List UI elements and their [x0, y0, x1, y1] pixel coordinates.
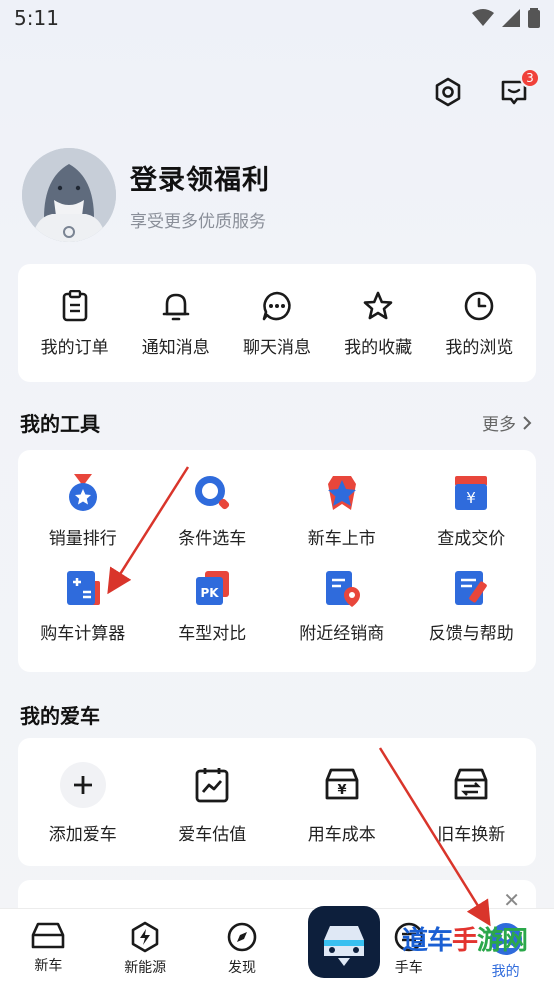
login-subtitle: 享受更多优质服务 — [130, 212, 266, 232]
compass-icon — [227, 922, 257, 952]
tool-sales-ranking[interactable]: 销量排行 — [18, 472, 148, 549]
watermark-part2: 手 — [452, 926, 478, 956]
battery-icon — [528, 8, 540, 28]
car-logo-icon — [324, 926, 364, 966]
tool-label: 附近经销商 — [299, 624, 385, 644]
center-app-button[interactable] — [308, 906, 380, 978]
my-car-section-title: 我的爱车 — [20, 704, 100, 728]
chevron-right-icon — [523, 415, 532, 430]
message-badge: 3 — [520, 68, 540, 88]
search-icon — [195, 476, 230, 510]
my-car-card: 添加爱车 爱车估值 ¥ 用车成本 旧车换新 — [18, 738, 536, 866]
car-item-label: 爱车估值 — [178, 825, 247, 845]
top-actions: 3 — [432, 68, 540, 108]
tab-discover[interactable]: 发现 — [194, 909, 291, 984]
profile-text[interactable]: 登录领福利 享受更多优质服务 — [130, 158, 270, 232]
svg-text:¥: ¥ — [337, 783, 346, 798]
plus-icon — [73, 776, 92, 794]
watermark: 道车手游网 — [402, 920, 528, 957]
chat-icon — [262, 291, 291, 320]
profile-section[interactable]: 登录领福利 享受更多优质服务 — [22, 148, 270, 242]
car-valuation[interactable]: 爱车估值 — [148, 762, 278, 845]
star-badge-icon — [327, 476, 356, 510]
status-icons — [472, 8, 540, 28]
car-trade-in[interactable]: 旧车换新 — [407, 762, 537, 845]
car-add[interactable]: 添加爱车 — [18, 762, 148, 845]
quick-item-notifications[interactable]: 通知消息 — [128, 289, 224, 358]
swap-car-icon — [454, 768, 488, 800]
watermark-part3: 游网 — [477, 926, 528, 956]
car-item-label: 旧车换新 — [437, 825, 506, 845]
quick-item-orders[interactable]: 我的订单 — [27, 289, 123, 358]
tool-label: 反馈与帮助 — [428, 624, 514, 644]
shark-avatar-icon — [22, 148, 116, 242]
svg-text:PK: PK — [201, 586, 220, 600]
car-cost[interactable]: ¥ 用车成本 — [277, 762, 407, 845]
medal-icon — [68, 474, 97, 511]
yen-car-icon: ¥ — [325, 768, 359, 800]
star-icon — [363, 291, 393, 319]
tab-new-car[interactable]: 新车 — [0, 909, 97, 984]
tool-label: 新车上市 — [307, 529, 376, 549]
pk-icon: PK — [196, 571, 230, 605]
tool-label: 查成交价 — [437, 529, 506, 549]
car-item-label: 用车成本 — [307, 825, 376, 845]
tool-feedback[interactable]: 反馈与帮助 — [407, 567, 537, 644]
quick-item-label: 我的收藏 — [344, 337, 413, 358]
gear-icon — [435, 77, 461, 107]
tab-label: 发现 — [227, 960, 256, 976]
bell-icon — [162, 293, 190, 320]
tool-compare[interactable]: PK 车型对比 — [148, 567, 278, 644]
clock-icon — [465, 291, 494, 320]
tool-calculator[interactable]: 购车计算器 — [18, 567, 148, 644]
more-label: 更多 — [482, 415, 516, 435]
quick-item-label: 聊天消息 — [242, 337, 311, 358]
tool-deal-price[interactable]: ¥ 查成交价 — [407, 472, 537, 549]
quick-actions-card: 我的订单 通知消息 聊天消息 我的收藏 我的浏览 — [18, 264, 536, 382]
calculator-icon — [66, 571, 100, 605]
bolt-icon — [131, 921, 159, 953]
signal-icon — [502, 9, 520, 27]
tools-section-title: 我的工具 — [20, 412, 100, 436]
feedback-icon — [455, 571, 488, 605]
settings-button[interactable] — [432, 76, 464, 108]
quick-item-label: 我的订单 — [40, 337, 109, 358]
car-item-label: 添加爱车 — [48, 825, 117, 845]
tab-label: 我的 — [491, 964, 520, 980]
location-icon — [325, 571, 360, 607]
tab-label: 新能源 — [124, 960, 167, 976]
chart-clipboard-icon — [195, 768, 229, 803]
quick-item-label: 通知消息 — [141, 337, 210, 358]
quick-item-label: 我的浏览 — [445, 337, 514, 358]
quick-item-history[interactable]: 我的浏览 — [431, 289, 527, 358]
avatar[interactable] — [22, 148, 116, 242]
car-icon — [32, 922, 65, 949]
login-title[interactable]: 登录领福利 — [130, 158, 270, 197]
tool-label: 销量排行 — [48, 529, 117, 549]
quick-item-favorites[interactable]: 我的收藏 — [330, 289, 426, 358]
status-bar: 5:11 — [0, 0, 554, 38]
watermark-part1: 道车 — [402, 926, 453, 956]
price-icon: ¥ — [455, 476, 488, 510]
messages-button[interactable]: 3 — [498, 68, 540, 108]
tab-label: 新车 — [34, 958, 63, 974]
tools-card: 销量排行 条件选车 新车上市 ¥ 查成交价 购车计算器 PK 车型对比 附近经销… — [18, 450, 536, 672]
tab-label: 手车 — [394, 960, 423, 976]
tool-new-cars[interactable]: 新车上市 — [277, 472, 407, 549]
tool-filter-car[interactable]: 条件选车 — [148, 472, 278, 549]
tool-dealers[interactable]: 附近经销商 — [277, 567, 407, 644]
status-time: 5:11 — [14, 6, 59, 30]
tool-label: 条件选车 — [178, 529, 247, 549]
quick-item-chat[interactable]: 聊天消息 — [229, 289, 325, 358]
tab-new-energy[interactable]: 新能源 — [97, 909, 194, 984]
tool-label: 购车计算器 — [40, 624, 126, 644]
tool-label: 车型对比 — [178, 624, 247, 644]
tools-more-link[interactable]: 更多 — [482, 410, 532, 435]
wifi-icon — [472, 9, 494, 26]
order-icon — [62, 289, 87, 321]
svg-text:¥: ¥ — [466, 489, 476, 507]
